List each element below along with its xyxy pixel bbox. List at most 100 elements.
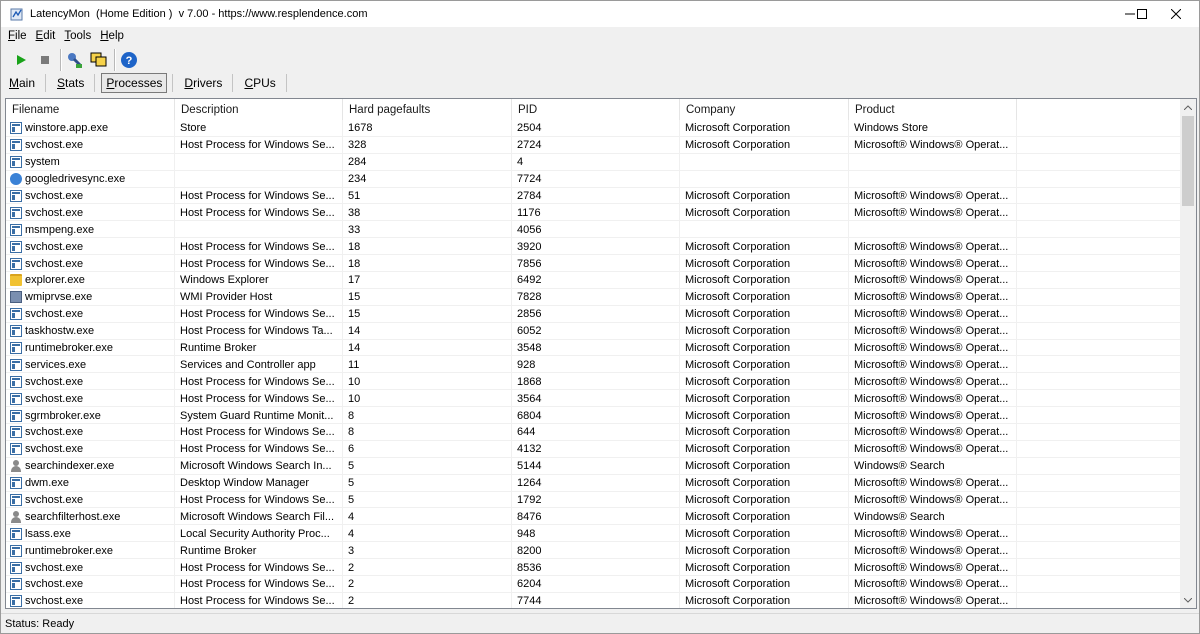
hard-pagefaults-cell: 18 <box>343 255 512 273</box>
hard-pagefaults-cell: 1678 <box>343 120 512 137</box>
scroll-thumb[interactable] <box>1182 116 1194 206</box>
table-row[interactable]: svchost.exe Host Process for Windows Se..… <box>6 204 1182 222</box>
table-row[interactable]: svchost.exe Host Process for Windows Se..… <box>6 592 1182 608</box>
pid-cell: 928 <box>512 356 680 374</box>
hard-pagefaults-cell: 11 <box>343 356 512 374</box>
scroll-down-button[interactable] <box>1180 592 1196 608</box>
tab-separator <box>45 74 47 92</box>
tab-drivers[interactable]: Drivers <box>179 73 227 93</box>
help-button[interactable]: ? <box>118 49 140 71</box>
column-header-product[interactable]: Product <box>849 99 1017 120</box>
filename-text: svchost.exe <box>25 206 84 219</box>
executable-icon <box>10 544 22 557</box>
table-row[interactable]: svchost.exe Host Process for Windows Se..… <box>6 373 1182 391</box>
product-cell: Microsoft® Windows® Operat... <box>849 373 1017 391</box>
table-row[interactable]: dwm.exe Desktop Window Manager 5 1264 Micros… <box>6 474 1182 492</box>
chevron-up-icon <box>1184 104 1192 110</box>
hard-pagefaults-cell: 15 <box>343 305 512 323</box>
company-cell: Microsoft Corporation <box>680 204 849 222</box>
table-row[interactable]: system 284 4 <box>6 153 1182 171</box>
hard-pagefaults-cell: 2 <box>343 592 512 608</box>
tab-cpus[interactable]: C PUs <box>239 73 280 93</box>
table-row[interactable]: wmiprvse.exe WMI Provider Host 15 7828 Micro… <box>6 288 1182 306</box>
pid-cell: 1264 <box>512 474 680 492</box>
column-header-hard-pagefaults[interactable]: Hard pagefaults <box>343 99 512 120</box>
table-row[interactable]: taskhostw.exe Host Process for Windows Ta… <box>6 322 1182 340</box>
start-button[interactable] <box>10 49 32 71</box>
menu-help[interactable]: Help <box>100 30 124 42</box>
column-header-description[interactable]: Description <box>175 99 343 120</box>
menu-edit[interactable]: Edit <box>36 30 56 42</box>
table-row[interactable]: runtimebroker.exe Runtime Broker 3 8200 Micr… <box>6 542 1182 560</box>
column-header-company[interactable]: Company <box>680 99 849 120</box>
product-cell: Microsoft® Windows® Operat... <box>849 272 1017 289</box>
table-row[interactable]: svchost.exe Host Process for Windows Se..… <box>6 136 1182 154</box>
windows-icon <box>90 52 107 66</box>
table-row[interactable]: svchost.exe Host Process for Windows Se..… <box>6 440 1182 458</box>
table-row[interactable]: svchost.exe Host Process for Windows Se..… <box>6 305 1182 323</box>
table-row[interactable]: svchost.exe Host Process for Windows Se..… <box>6 238 1182 256</box>
close-button[interactable] <box>1153 1 1199 27</box>
table-row[interactable]: svchost.exe Host Process for Windows Se..… <box>6 576 1182 593</box>
table-row[interactable]: sgrmbroker.exe System Guard Runtime Monit… <box>6 407 1182 425</box>
table-row[interactable]: lsass.exe Local Security Authority Proc..… <box>6 525 1182 543</box>
table-row[interactable]: svchost.exe Host Process for Windows Se..… <box>6 491 1182 509</box>
table-row[interactable]: runtimebroker.exe Runtime Broker 14 3548 Mic… <box>6 339 1182 357</box>
table-row[interactable]: svchost.exe Host Process for Windows Se..… <box>6 559 1182 577</box>
table-row[interactable]: explorer.exe Windows Explorer 17 6492 Micros… <box>6 272 1182 289</box>
play-icon <box>17 54 26 65</box>
filename-text: searchindexer.exe <box>25 460 115 473</box>
filler-cell <box>1017 373 1182 390</box>
pid-cell: 644 <box>512 424 680 441</box>
executable-icon <box>10 206 22 219</box>
table-row[interactable]: svchost.exe Host Process for Windows Se..… <box>6 390 1182 408</box>
table-row[interactable]: svchost.exe Host Process for Windows Se..… <box>6 424 1182 441</box>
table-row[interactable]: msmpeng.exe 33 4056 <box>6 221 1182 239</box>
description-cell: Host Process for Windows Se... <box>175 187 343 205</box>
pid-cell: 3920 <box>512 238 680 256</box>
tab-separator <box>285 74 287 92</box>
table-row[interactable]: searchfilterhost.exe Microsoft Windows Se… <box>6 508 1182 526</box>
product-cell: Microsoft® Windows® Operat... <box>849 576 1017 593</box>
tab-stats[interactable]: Stats <box>52 73 89 93</box>
tab-main[interactable]: Main <box>4 73 40 93</box>
hard-pagefaults-cell: 5 <box>343 474 512 492</box>
table-row[interactable]: winstore.app.exe Store 1678 2504 Microsoft C… <box>6 120 1182 137</box>
title-bar[interactable]: LatencyMon (Home Edition ) v 7.00 - http… <box>1 1 1199 27</box>
executable-icon <box>10 443 22 456</box>
hard-pagefaults-cell: 14 <box>343 339 512 357</box>
scroll-up-button[interactable] <box>1180 99 1196 115</box>
hard-pagefaults-cell: 2 <box>343 559 512 577</box>
filename-text: svchost.exe <box>25 494 84 507</box>
table-row[interactable]: googledrivesync.exe 234 7724 <box>6 170 1182 188</box>
column-header-filename[interactable]: Filename <box>6 99 175 120</box>
processes-list[interactable]: Filename Description Hard pagefaults PID… <box>5 98 1197 609</box>
company-cell: Microsoft Corporation <box>680 592 849 608</box>
list-header: Filename Description Hard pagefaults PID… <box>6 99 1182 120</box>
table-row[interactable]: services.exe Services and Controller app 1… <box>6 356 1182 374</box>
filename-cell: wmiprvse.exe <box>6 288 175 306</box>
filename-cell: msmpeng.exe <box>6 221 175 239</box>
table-row[interactable]: svchost.exe Host Process for Windows Se..… <box>6 187 1182 205</box>
table-row[interactable]: searchindexer.exe Microsoft Windows Searc… <box>6 457 1182 475</box>
product-cell: Microsoft® Windows® Operat... <box>849 525 1017 543</box>
filename-cell: svchost.exe <box>6 305 175 323</box>
product-cell: Microsoft® Windows® Operat... <box>849 390 1017 408</box>
pid-cell: 948 <box>512 525 680 543</box>
vertical-scrollbar[interactable] <box>1180 99 1196 608</box>
filename-text: svchost.exe <box>25 375 84 388</box>
company-cell: Microsoft Corporation <box>680 238 849 256</box>
stop-button[interactable] <box>34 49 56 71</box>
column-header-pid[interactable]: PID <box>512 99 680 120</box>
tab-processes[interactable]: Processes <box>101 73 168 93</box>
pid-cell: 7744 <box>512 592 680 608</box>
menu-tools[interactable]: Tools <box>64 30 91 42</box>
analyze-button[interactable] <box>64 49 86 71</box>
company-cell: Microsoft Corporation <box>680 542 849 560</box>
table-row[interactable]: svchost.exe Host Process for Windows Se..… <box>6 255 1182 273</box>
company-cell: Microsoft Corporation <box>680 390 849 408</box>
toolbar: ? <box>1 46 1199 73</box>
app-icon <box>10 7 24 21</box>
windows-button[interactable] <box>88 49 110 71</box>
menu-file[interactable]: File <box>8 30 27 42</box>
